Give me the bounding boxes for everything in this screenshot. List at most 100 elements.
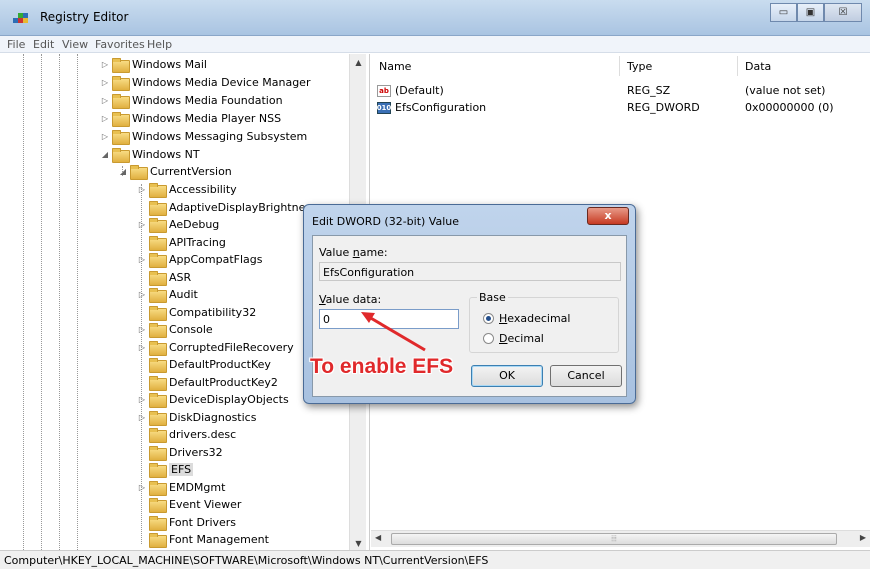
list-item[interactable]: 010 EfsConfiguration REG_DWORD 0x0000000… (371, 99, 870, 116)
folder-icon (112, 130, 130, 145)
decimal-label: Decimal (499, 332, 544, 345)
menu-favorites[interactable]: Favorites (95, 38, 145, 51)
tree-node[interactable]: ▷ Windows Media Foundation (100, 92, 283, 109)
tree-node[interactable]: ▷ Audit (137, 286, 198, 303)
tree-node[interactable]: ▷ Windows Messaging Subsystem (100, 128, 307, 145)
folder-icon (149, 375, 167, 391)
tree-node[interactable]: ▷ AeDebug (137, 216, 219, 233)
folder-icon (149, 480, 167, 496)
ok-button[interactable]: OK (471, 365, 543, 387)
tree-node[interactable]: ▷ Console (137, 321, 213, 338)
status-bar: Computer\HKEY_LOCAL_MACHINE\SOFTWARE\Mic… (0, 550, 870, 569)
tree-node-label: Accessibility (169, 183, 237, 196)
tree-node-label: Compatibility32 (169, 305, 257, 319)
tree-node-label: Font Drivers (169, 515, 237, 529)
tree-node-label: EMDMgmt (169, 480, 226, 494)
tree-node[interactable]: DefaultProductKey2 (137, 374, 278, 391)
menu-file[interactable]: File (7, 38, 25, 51)
tree-node[interactable]: Font Management (137, 531, 269, 548)
expand-arrow-icon[interactable]: ▷ (137, 255, 147, 264)
window-title: Registry Editor (40, 10, 129, 24)
hexadecimal-option[interactable]: Hexadecimal (483, 312, 570, 325)
expand-arrow-icon[interactable]: ▷ (137, 395, 147, 404)
tree-node[interactable]: ▷ DeviceDisplayObjects (137, 391, 289, 408)
menu-help[interactable]: Help (147, 38, 172, 51)
annotation-arrow (361, 312, 426, 352)
expand-arrow-icon[interactable]: ▷ (137, 325, 147, 334)
folder-icon (112, 76, 130, 91)
tree-node-label: Windows Media Foundation (132, 94, 283, 107)
decimal-option[interactable]: Decimal (483, 332, 544, 345)
tree-node-label: DefaultProductKey (169, 358, 271, 371)
tree-node[interactable]: ▷ EMDMgmt (137, 479, 225, 496)
expand-arrow-icon[interactable]: ▷ (137, 220, 147, 229)
expand-arrow-icon[interactable]: ▷ (100, 78, 110, 87)
expand-arrow-icon[interactable]: ▷ (100, 114, 110, 123)
tree-node[interactable]: Compatibility32 (137, 304, 256, 321)
maximize-button[interactable]: ▣ (797, 3, 824, 22)
expand-arrow-icon[interactable]: ▷ (100, 132, 110, 141)
folder-icon (149, 428, 167, 443)
scrollbar-thumb[interactable]: ⦙⦙⦙ (391, 533, 837, 545)
tree-node[interactable]: Event Viewer (137, 496, 241, 513)
folder-icon (149, 445, 167, 461)
tree-node[interactable]: ▷ Windows Mail (100, 56, 207, 73)
tree-node[interactable]: ▷ DiskDiagnostics (137, 409, 256, 426)
expand-arrow-icon[interactable]: ▷ (137, 413, 147, 422)
column-separator[interactable] (737, 56, 738, 76)
expand-arrow-icon[interactable]: ▷ (137, 290, 147, 299)
tree-node[interactable]: ASR (137, 269, 191, 286)
tree-node[interactable]: ◢ Windows NT (100, 146, 200, 163)
decimal-radio[interactable] (483, 333, 494, 344)
expand-arrow-icon[interactable]: ▷ (137, 343, 147, 352)
tree-node-label: CurrentVersion (150, 165, 232, 178)
column-header-name[interactable]: Name (379, 60, 411, 73)
tree-node[interactable]: ▷ Windows Media Player NSS (100, 110, 281, 127)
tree-guide-line (77, 54, 78, 552)
expand-arrow-icon[interactable]: ▷ (100, 96, 110, 105)
hexadecimal-radio[interactable] (483, 313, 494, 324)
scroll-up-icon[interactable]: ▲ (350, 54, 367, 71)
tree-node[interactable]: APITracing (137, 234, 226, 251)
scroll-right-icon[interactable]: ▶ (860, 533, 866, 542)
tree-node[interactable]: ◢ CurrentVersion (118, 163, 232, 180)
tree-node[interactable]: AdaptiveDisplayBrightness (137, 199, 317, 216)
expand-arrow-icon[interactable]: ◢ (118, 167, 128, 176)
expand-arrow-icon[interactable]: ▷ (137, 185, 147, 194)
expand-arrow-icon[interactable]: ▷ (137, 483, 147, 492)
tree-node[interactable]: ▷ CorruptedFileRecovery (137, 339, 294, 356)
tree-node[interactable]: ▷ Windows Media Device Manager (100, 74, 310, 91)
folder-icon (149, 358, 167, 373)
expand-arrow-icon[interactable]: ◢ (100, 150, 110, 159)
tree-node-label: Audit (169, 288, 198, 301)
tree-node[interactable]: Drivers32 (137, 444, 223, 461)
tree-node[interactable]: drivers.desc (137, 426, 236, 443)
tree-node[interactable]: EFS (137, 461, 194, 478)
folder-icon (149, 533, 167, 548)
menu-bar: File Edit View Favorites Help (0, 36, 870, 53)
tree-node-label: Event Viewer (169, 498, 242, 511)
column-separator[interactable] (619, 56, 620, 76)
menu-edit[interactable]: Edit (33, 38, 54, 51)
folder-icon (112, 148, 130, 163)
list-horizontal-scrollbar[interactable]: ◀ ⦙⦙⦙ ▶ (371, 530, 870, 547)
cancel-button[interactable]: Cancel (550, 365, 622, 387)
tree-node[interactable]: DefaultProductKey (137, 356, 271, 373)
expand-arrow-icon[interactable]: ▷ (100, 60, 110, 69)
scroll-left-icon[interactable]: ◀ (375, 533, 381, 542)
column-header-type[interactable]: Type (627, 60, 652, 73)
value-name-label: Value name: (319, 246, 388, 259)
minimize-button[interactable]: ▭ (770, 3, 797, 22)
menu-view[interactable]: View (62, 38, 88, 51)
tree-node-label: AeDebug (169, 218, 220, 231)
column-header-data[interactable]: Data (745, 60, 771, 73)
tree-node[interactable]: ▷ AppCompatFlags (137, 251, 263, 268)
tree-node-label: AdaptiveDisplayBrightness (169, 200, 317, 214)
close-button[interactable]: ☒ (824, 3, 862, 22)
folder-icon (149, 253, 167, 268)
list-item[interactable]: ab (Default) REG_SZ (value not set) (371, 82, 870, 99)
tree-node[interactable]: ▷ Accessibility (137, 181, 237, 198)
tree-node[interactable]: Font Drivers (137, 514, 236, 531)
tree-node-label: Font Management (169, 533, 269, 546)
dialog-close-button[interactable]: x (587, 207, 629, 225)
